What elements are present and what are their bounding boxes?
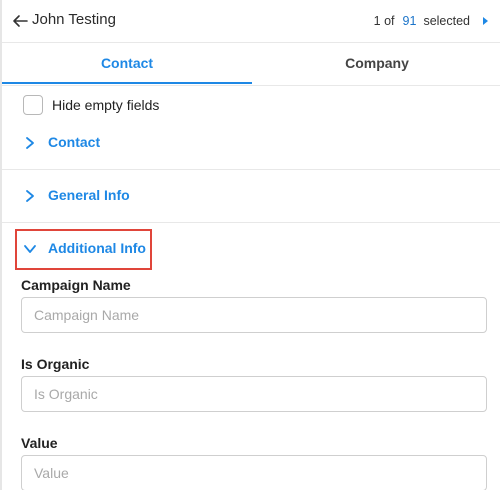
tab-contact[interactable]: Contact: [2, 43, 252, 84]
section-contact[interactable]: Contact: [2, 132, 500, 154]
caret-right-icon[interactable]: [480, 14, 490, 28]
section-general-info[interactable]: General Info: [2, 185, 500, 207]
section-general-info-label: General Info: [48, 187, 130, 203]
contact-name: John Testing: [32, 11, 116, 28]
panel-header: John Testing 1 of 91 selected: [2, 0, 500, 43]
chevron-right-icon: [24, 189, 36, 203]
campaign-name-input[interactable]: [21, 297, 487, 333]
highlight-annotation: [15, 229, 152, 270]
hide-empty-fields-label: Hide empty fields: [52, 97, 160, 113]
is-organic-input[interactable]: [21, 376, 487, 412]
chevron-right-icon: [24, 136, 36, 150]
arrow-left-icon[interactable]: [11, 12, 29, 30]
value-label: Value: [21, 435, 58, 451]
section-divider: [2, 222, 500, 223]
tab-bar: Contact Company: [2, 43, 500, 86]
counter-total: 91: [402, 14, 417, 28]
section-divider: [2, 169, 500, 170]
value-input[interactable]: [21, 455, 487, 490]
counter-prefix: 1 of: [373, 14, 395, 28]
selection-counter: 1 of 91 selected: [374, 14, 470, 28]
contact-detail-panel: John Testing 1 of 91 selected Contact Comp…: [0, 0, 500, 490]
counter-suffix: selected: [423, 14, 470, 28]
campaign-name-label: Campaign Name: [21, 277, 131, 293]
section-contact-label: Contact: [48, 134, 101, 150]
tab-company[interactable]: Company: [252, 43, 500, 84]
hide-empty-fields-checkbox[interactable]: [23, 95, 43, 115]
is-organic-label: Is Organic: [21, 356, 90, 372]
